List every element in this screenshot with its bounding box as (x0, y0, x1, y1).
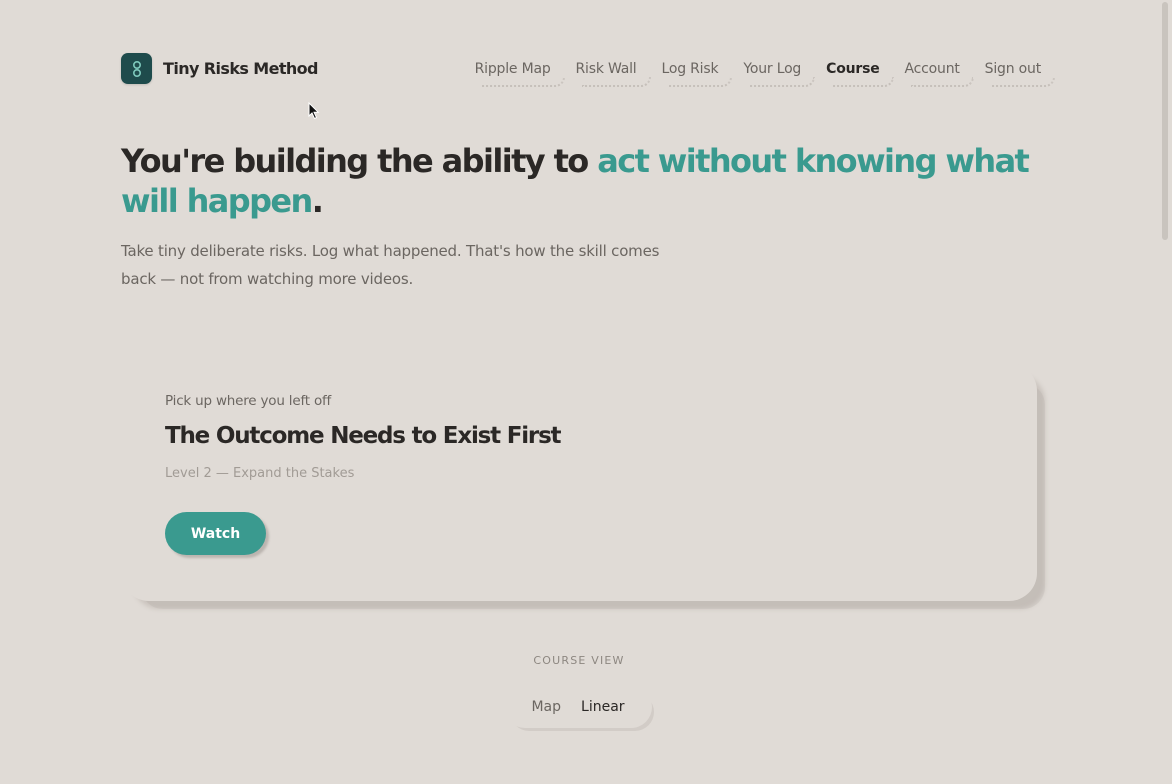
nav-ripple-map[interactable]: Ripple Map (475, 59, 565, 87)
resume-kicker: Pick up where you left off (165, 393, 332, 409)
title-prefix: You're building the ability to (121, 142, 598, 180)
course-view-toggle: Map Linear (504, 686, 652, 728)
nav-sign-out[interactable]: Sign out (985, 59, 1056, 87)
page-title: You're building the ability to act witho… (121, 141, 1041, 221)
nav-your-log[interactable]: Your Log (743, 59, 815, 87)
nav-log-risk[interactable]: Log Risk (662, 59, 733, 87)
mouse-cursor-icon (308, 102, 320, 120)
view-map-option[interactable]: Map (521, 699, 571, 715)
nav-account[interactable]: Account (905, 59, 974, 87)
view-linear-option[interactable]: Linear (571, 699, 635, 715)
resume-card: Pick up where you left off The Outcome N… (121, 363, 1037, 601)
infinity-icon (121, 53, 152, 84)
nav-course[interactable]: Course (826, 59, 895, 87)
nav-risk-wall[interactable]: Risk Wall (576, 59, 651, 87)
site-header: Tiny Risks Method Ripple Map Risk Wall L… (121, 53, 1056, 87)
title-suffix: . (311, 182, 324, 220)
course-view-label: COURSE VIEW (533, 654, 625, 667)
lesson-title: The Outcome Needs to Exist First (165, 423, 562, 449)
lesson-level: Level 2 — Expand the Stakes (165, 466, 355, 481)
page-subtitle: Take tiny deliberate risks. Log what hap… (121, 242, 660, 288)
page-scrollbar[interactable] (1162, 0, 1170, 784)
scrollbar-thumb[interactable] (1162, 2, 1168, 240)
course-page: Tiny Risks Method Ripple Map Risk Wall L… (0, 0, 1172, 784)
main-nav: Ripple Map Risk Wall Log Risk Your Log C… (475, 59, 1056, 87)
logo-link[interactable]: Tiny Risks Method (121, 53, 319, 84)
app-name: Tiny Risks Method (163, 59, 319, 78)
watch-button[interactable]: Watch (165, 512, 266, 555)
